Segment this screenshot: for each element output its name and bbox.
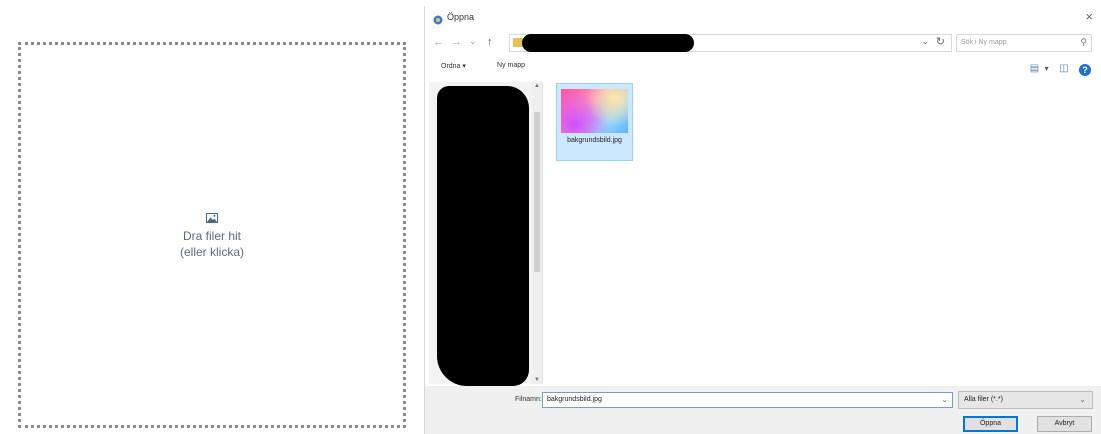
- app-icon: [433, 12, 443, 30]
- filename-input[interactable]: bakgrundsbild.jpg ⌄: [542, 392, 953, 408]
- file-list[interactable]: bakgrundsbild.jpg: [543, 82, 1096, 384]
- file-type-filter-value: Alla filer (*.*): [964, 396, 1003, 403]
- filename-value: bakgrundsbild.jpg: [547, 396, 602, 403]
- up-arrow-icon[interactable]: ↑: [487, 36, 493, 48]
- search-icon[interactable]: ⚲: [1080, 37, 1087, 48]
- preview-pane-icon[interactable]: ◫: [1059, 63, 1068, 74]
- redacted-path: [522, 34, 694, 52]
- scrollbar-thumb[interactable]: [534, 112, 540, 272]
- file-type-filter[interactable]: Alla filer (*.*) ⌄: [958, 391, 1093, 409]
- view-menu-chevron-icon[interactable]: ▾: [1045, 64, 1049, 73]
- drop-zone-prompt: Dra filer hit (eller klicka): [21, 211, 403, 260]
- open-button[interactable]: Öppna: [963, 416, 1018, 432]
- redacted-navigation-tree: [437, 86, 529, 386]
- search-input[interactable]: Sök i Ny mapp ⚲: [956, 34, 1092, 52]
- forward-arrow-icon[interactable]: →: [451, 36, 462, 48]
- address-history-chevron-icon[interactable]: ⌄: [921, 36, 929, 47]
- view-controls: ▤ ▾ ◫ ?: [1024, 60, 1091, 78]
- image-icon: [206, 211, 218, 227]
- file-drop-zone[interactable]: Dra filer hit (eller klicka): [18, 42, 406, 428]
- recent-locations-icon[interactable]: ⌄: [469, 36, 477, 47]
- drop-zone-line2: (eller klicka): [179, 245, 244, 259]
- dialog-footer: Filnamn: bakgrundsbild.jpg ⌄ Alla filer …: [425, 386, 1101, 434]
- filename-dropdown-chevron-icon[interactable]: ⌄: [941, 395, 948, 404]
- filter-dropdown-chevron-icon[interactable]: ⌄: [1079, 395, 1086, 404]
- file-thumbnail: [561, 89, 628, 133]
- open-file-dialog: Öppna × ← → ⌄ ↑ ⌄ ↻ Sök i Ny mapp ⚲ Ordn…: [424, 6, 1101, 434]
- refresh-icon[interactable]: ↻: [936, 35, 945, 48]
- dialog-titlebar: Öppna ×: [425, 6, 1101, 30]
- search-placeholder: Sök i Ny mapp: [961, 39, 1007, 46]
- close-button[interactable]: ×: [1085, 9, 1093, 24]
- address-bar[interactable]: ⌄ ↻: [509, 34, 952, 52]
- back-arrow-icon[interactable]: ←: [433, 36, 444, 48]
- scroll-up-icon[interactable]: ▲: [534, 83, 540, 89]
- filename-label: Filnamn:: [515, 396, 542, 403]
- navigation-scrollbar[interactable]: ▲ ▼: [532, 82, 542, 384]
- navigation-pane[interactable]: ▲ ▼: [429, 82, 543, 386]
- file-name: bakgrundsbild.jpg: [567, 137, 622, 144]
- command-bar: Ordna ▾ Ny mapp ▤ ▾ ◫ ?: [425, 58, 1101, 78]
- file-item[interactable]: bakgrundsbild.jpg: [556, 83, 633, 161]
- new-folder-button[interactable]: Ny mapp: [497, 62, 525, 69]
- scroll-down-icon[interactable]: ▼: [534, 377, 540, 383]
- navigation-bar: ← → ⌄ ↑ ⌄ ↻ Sök i Ny mapp ⚲: [425, 32, 1101, 56]
- help-icon[interactable]: ?: [1079, 64, 1091, 76]
- cancel-button[interactable]: Avbryt: [1037, 416, 1092, 432]
- change-view-icon[interactable]: ▤: [1030, 63, 1039, 74]
- organize-button[interactable]: Ordna ▾: [441, 62, 466, 70]
- dialog-title: Öppna: [447, 12, 475, 22]
- drop-zone-line1: Dra filer hit: [182, 229, 241, 243]
